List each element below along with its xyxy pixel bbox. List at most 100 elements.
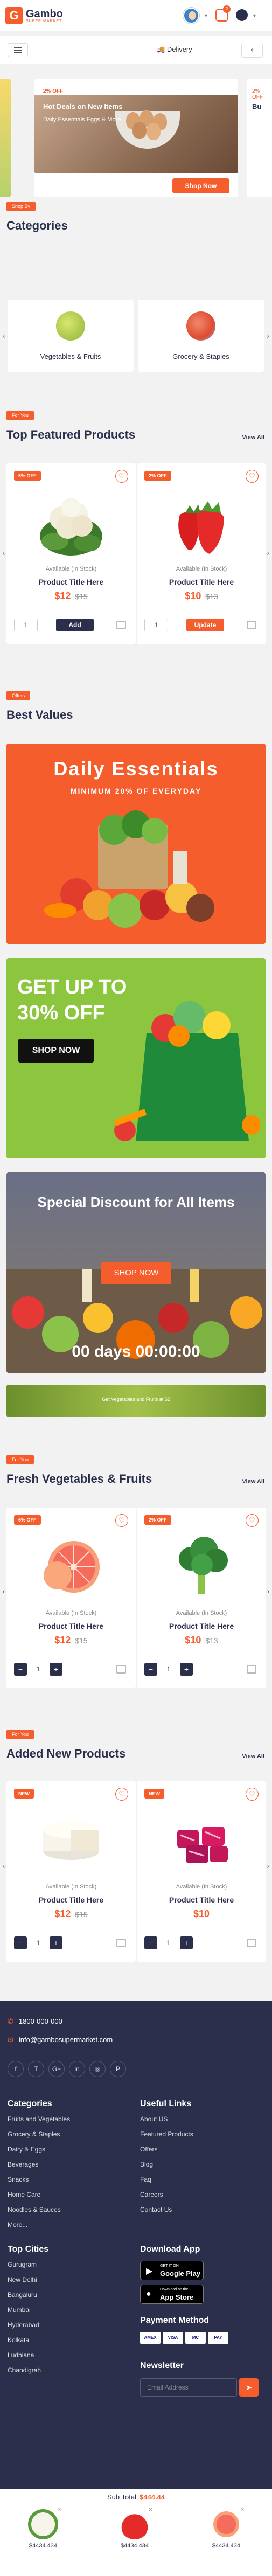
chevron-right-icon[interactable]: › <box>264 1584 272 1598</box>
product-title[interactable]: Product Title Here <box>137 578 266 586</box>
chevron-right-icon[interactable]: › <box>264 1859 272 1873</box>
menu-button[interactable] <box>8 43 28 57</box>
product-card[interactable]: NEW ♡ Available (In Stock) Product Title… <box>137 1781 266 1962</box>
facebook-icon[interactable]: f <box>8 2061 24 2077</box>
logo-text[interactable]: Gambo SUPER MARKET <box>26 9 63 23</box>
product-title[interactable]: Product Title Here <box>6 1895 136 1904</box>
product-card[interactable]: 2% OFF ♡ Available (In Stock) Product Ti… <box>137 1508 266 1688</box>
close-icon[interactable]: ✕ <box>240 2507 245 2513</box>
product-card[interactable]: NEW ♡ Available (In Stock) Product Title… <box>6 1781 136 1962</box>
view-all-link[interactable]: View All <box>242 1478 264 1485</box>
avatar-icon[interactable] <box>183 8 199 24</box>
chevron-right-icon[interactable]: › <box>264 546 272 560</box>
shop-now-button[interactable]: SHOP NOW <box>18 1039 94 1063</box>
product-card[interactable]: 6% OFF ♡ Available (In Stock) Product Ti… <box>6 463 136 644</box>
increase-button[interactable]: + <box>50 1663 62 1676</box>
footer-city-link[interactable]: New Delhi <box>8 2276 37 2283</box>
google-play-button[interactable]: ▶ GET IT ON Google Play <box>140 2261 204 2280</box>
cart-icon[interactable] <box>247 1939 256 1947</box>
increase-button[interactable]: + <box>180 1936 193 1949</box>
offer-strip[interactable]: Get Vegetables and Fruits at $2 <box>6 1385 266 1417</box>
category-card[interactable]: Grocery & Staples <box>138 300 264 372</box>
heart-icon[interactable]: ♡ <box>115 1514 128 1527</box>
decrease-button[interactable]: − <box>14 1936 27 1949</box>
app-store-button[interactable]: ● Download on the App Store <box>140 2285 204 2304</box>
footer-category-link[interactable]: Snacks <box>8 2176 29 2183</box>
footer-city-link[interactable]: Chandigrah <box>8 2366 41 2374</box>
quantity-select[interactable]: 1 <box>144 619 168 631</box>
view-all-link[interactable]: View All <box>242 434 264 441</box>
cart-icon[interactable] <box>116 621 126 629</box>
quantity-value[interactable]: 1 <box>158 1663 179 1676</box>
close-icon[interactable]: ✕ <box>149 2507 153 2513</box>
logo-mark[interactable]: G <box>5 7 23 24</box>
product-title[interactable]: Product Title Here <box>6 1622 136 1630</box>
footer-useful-link[interactable]: Careers <box>140 2191 163 2198</box>
cart-item[interactable]: $4434.434 ✕ <box>16 2505 70 2564</box>
heart-icon[interactable]: ♡ <box>115 470 128 483</box>
footer-useful-link[interactable]: Featured Products <box>140 2130 193 2138</box>
cart-icon[interactable] <box>116 1665 126 1674</box>
footer-useful-link[interactable]: Contact Us <box>140 2206 172 2213</box>
instagram-icon[interactable]: ◎ <box>89 2061 106 2077</box>
quantity-value[interactable]: 1 <box>28 1936 48 1949</box>
shop-now-button[interactable]: Shop Now <box>172 178 229 193</box>
decrease-button[interactable]: − <box>144 1936 157 1949</box>
increase-button[interactable]: + <box>50 1936 62 1949</box>
decrease-button[interactable]: − <box>144 1663 157 1676</box>
footer-useful-link[interactable]: Offers <box>140 2145 157 2153</box>
footer-city-link[interactable]: Mumbai <box>8 2306 31 2314</box>
cart-icon[interactable] <box>116 1939 126 1947</box>
view-all-link[interactable]: View All <box>242 1753 264 1760</box>
footer-category-link[interactable]: Dairy & Eggs <box>8 2145 45 2153</box>
chevron-right-icon[interactable]: › <box>264 329 272 343</box>
product-title[interactable]: Product Title Here <box>137 1622 266 1630</box>
cart-item[interactable]: $4434.434 ✕ <box>199 2505 253 2564</box>
heart-icon[interactable]: ♡ <box>246 1514 259 1527</box>
heart-icon[interactable]: ♡ <box>246 1788 259 1801</box>
location-button[interactable]: ⌖ <box>241 43 263 58</box>
twitter-icon[interactable]: T <box>28 2061 44 2077</box>
product-title[interactable]: Product Title Here <box>137 1895 266 1904</box>
category-card[interactable]: Vegetables & Fruits <box>8 300 134 372</box>
footer-city-link[interactable]: Bangaluru <box>8 2291 37 2299</box>
offer-banner[interactable]: Daily Essentials MINIMUM 20% OF EVERYDAY <box>6 744 266 944</box>
footer-useful-link[interactable]: Blog <box>140 2161 153 2168</box>
phone-link[interactable]: ✆ 1800-000-000 <box>8 2017 62 2026</box>
add-button[interactable]: Add <box>56 619 94 631</box>
footer-category-link[interactable]: Noodles & Sauces <box>8 2206 61 2213</box>
google-plus-icon[interactable]: G+ <box>48 2061 65 2077</box>
update-button[interactable]: Update <box>186 619 224 631</box>
user-icon[interactable] <box>236 9 248 21</box>
close-icon[interactable]: ✕ <box>57 2507 61 2513</box>
linkedin-icon[interactable]: in <box>69 2061 85 2077</box>
increase-button[interactable]: + <box>180 1663 193 1676</box>
product-title[interactable]: Product Title Here <box>6 578 136 586</box>
heart-icon[interactable]: ♡ <box>246 470 259 483</box>
deal-slide-prev[interactable] <box>0 79 11 197</box>
cart-item[interactable]: $4434.434 ✕ <box>108 2505 162 2564</box>
shop-now-button[interactable]: SHOP NOW <box>101 1262 171 1284</box>
deal-slide[interactable]: 2% OFF Hot Deals on New Items Daily Esse… <box>34 79 238 197</box>
footer-city-link[interactable]: Gurugram <box>8 2261 37 2268</box>
footer-city-link[interactable]: Ludhiana <box>8 2351 34 2359</box>
offer-banner[interactable]: GET UP TO 30% OFF SHOP NOW <box>6 958 266 1158</box>
footer-category-link[interactable]: More... <box>8 2221 27 2228</box>
cart-icon[interactable] <box>247 1665 256 1674</box>
footer-useful-link[interactable]: Faq <box>140 2176 151 2183</box>
product-card[interactable]: 2% OFF ♡ Available (In Stock) Product Ti… <box>137 463 266 644</box>
newsletter-email-input[interactable]: Email Address <box>140 2378 237 2397</box>
decrease-button[interactable]: − <box>14 1663 27 1676</box>
product-card[interactable]: 6% OFF ♡ Available (In Stock) Product Ti… <box>6 1508 136 1688</box>
send-icon[interactable]: ➤ <box>239 2378 259 2397</box>
quantity-select[interactable]: 1 <box>14 619 38 631</box>
chevron-down-icon[interactable]: ▼ <box>204 13 208 18</box>
footer-category-link[interactable]: Beverages <box>8 2161 38 2168</box>
heart-icon[interactable]: ♡ <box>115 1788 128 1801</box>
footer-category-link[interactable]: Home Care <box>8 2191 40 2198</box>
footer-category-link[interactable]: Fruits and Vegetables <box>8 2115 70 2123</box>
footer-city-link[interactable]: Hyderabad <box>8 2321 39 2329</box>
quantity-value[interactable]: 1 <box>158 1936 179 1949</box>
footer-category-link[interactable]: Grocery & Staples <box>8 2130 60 2138</box>
cart-icon[interactable] <box>247 621 256 629</box>
